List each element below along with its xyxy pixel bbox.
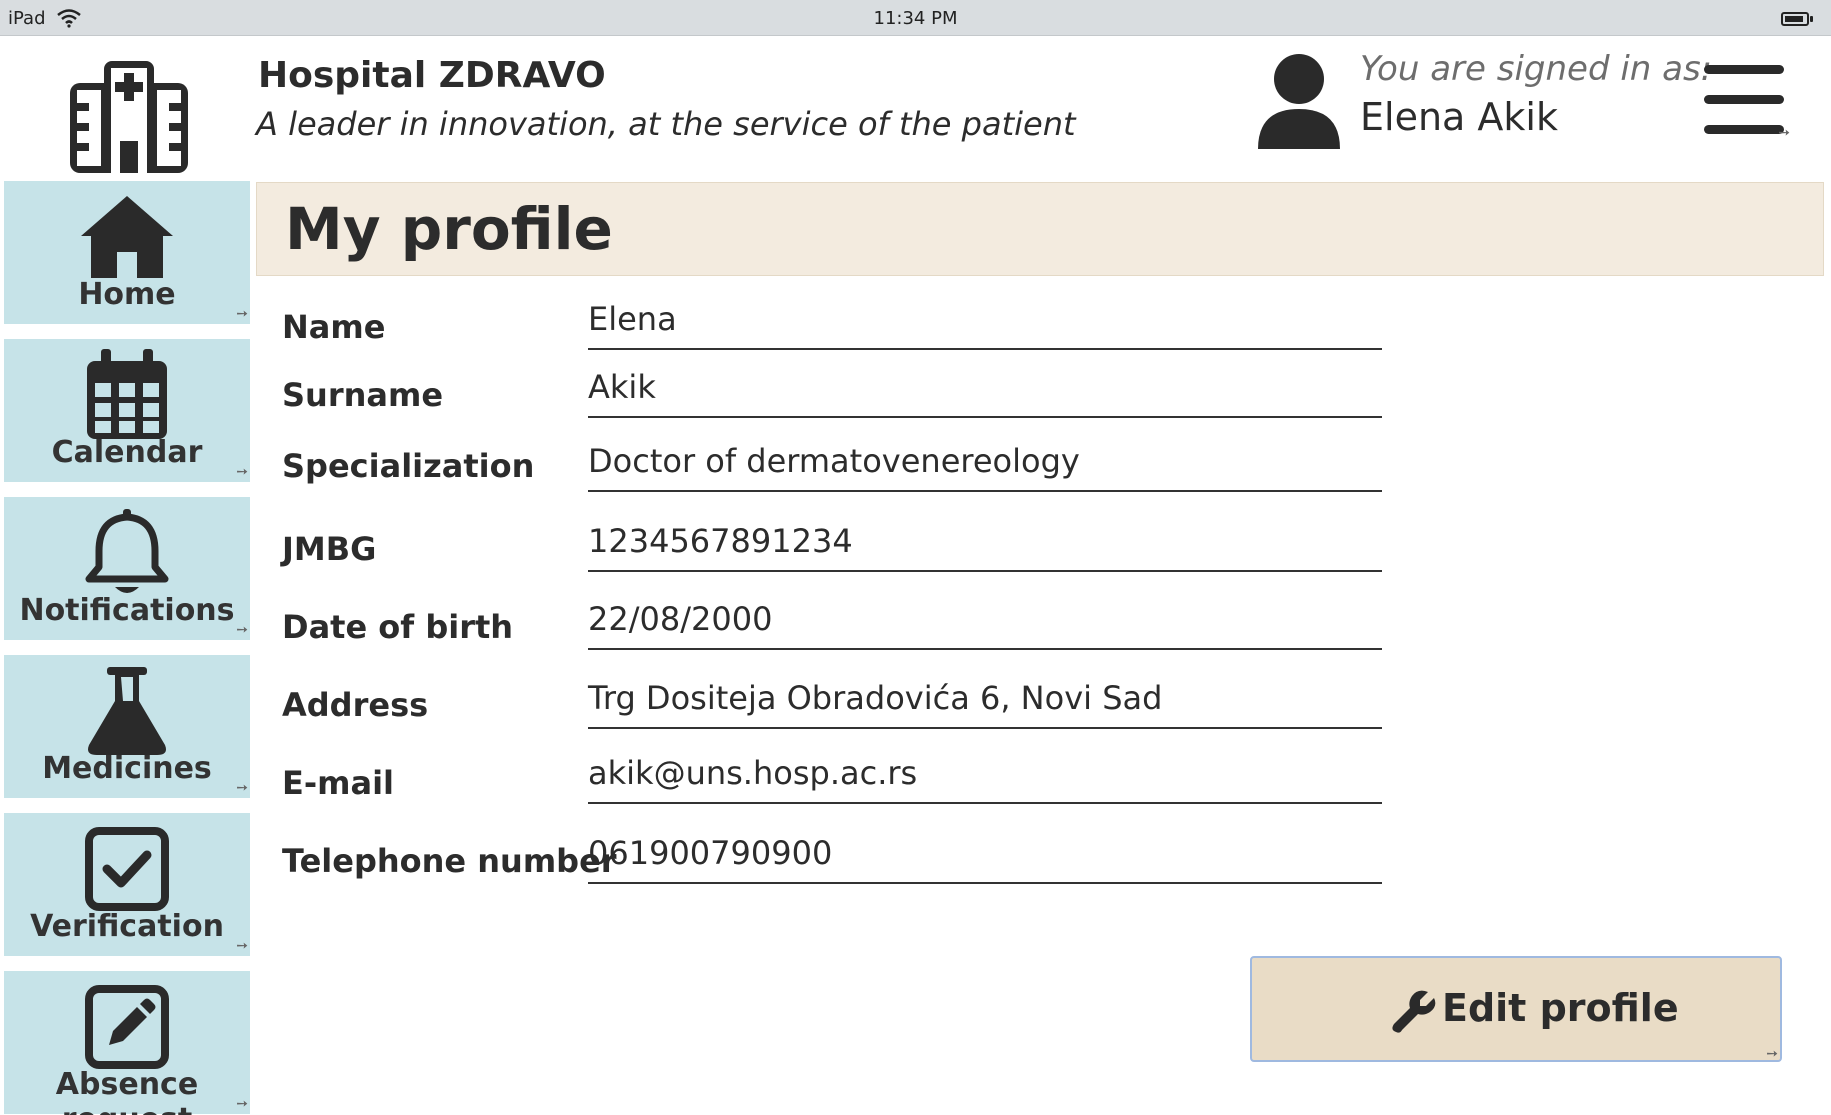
flask-icon — [4, 665, 250, 757]
status-time: 11:34 PM — [873, 8, 958, 29]
field-label-jmbg: JMBG — [282, 530, 377, 568]
arrow-icon: ➙ — [1778, 125, 1790, 141]
arrow-icon: ➙ — [1766, 1046, 1778, 1062]
field-label-date-of-birth: Date of birth — [282, 608, 514, 646]
menu-line — [1704, 125, 1784, 134]
sidebar-item-calendar[interactable]: Calendar ➙ — [4, 339, 250, 482]
arrow-icon: ➙ — [236, 938, 248, 954]
date-of-birth-field[interactable]: 22/08/2000 — [588, 600, 1382, 650]
field-label-telephone: Telephone number — [282, 842, 617, 880]
signed-in-user-name: Elena Akik — [1360, 95, 1558, 139]
field-label-name: Name — [282, 308, 386, 346]
menu-line — [1704, 95, 1784, 104]
page-title-bar: My profile — [256, 182, 1824, 276]
hospital-icon — [70, 61, 188, 173]
sidebar-item-label: Notifications — [19, 593, 235, 628]
field-label-specialization: Specialization — [282, 447, 535, 485]
edit-profile-label: Edit profile — [1442, 986, 1679, 1030]
edit-icon — [4, 981, 250, 1073]
sidebar-item-label: Medicines — [42, 751, 212, 786]
signed-in-label: You are signed in as: — [1360, 49, 1713, 89]
bell-icon — [4, 507, 250, 599]
jmbg-field[interactable]: 1234567891234 — [588, 522, 1382, 572]
sidebar-item-verification[interactable]: Verification ➙ — [4, 813, 250, 956]
hospital-tagline: A leader in innovation, at the service o… — [256, 105, 1076, 143]
sidebar-item-label: Home — [78, 277, 176, 312]
name-field[interactable]: Elena — [588, 300, 1382, 350]
sidebar: Home ➙ Calendar ➙ Notifications ➙ Medici… — [4, 181, 250, 1115]
telephone-field[interactable]: 061900790900 — [588, 834, 1382, 884]
status-bar: iPad 11:34 PM — [0, 0, 1831, 36]
sidebar-item-home[interactable]: Home ➙ — [4, 181, 250, 324]
arrow-icon: ➙ — [236, 464, 248, 480]
battery-tip — [1810, 16, 1813, 22]
sidebar-item-notifications[interactable]: Notifications ➙ — [4, 497, 250, 640]
app-header: Hospital ZDRAVO A leader in innovation, … — [6, 37, 1825, 181]
sidebar-item-label: Verification — [30, 909, 224, 944]
arrow-icon: ➙ — [236, 622, 248, 638]
email-field[interactable]: akik@uns.hosp.ac.rs — [588, 754, 1382, 804]
sidebar-item-label: Absence request — [55, 1067, 199, 1115]
sidebar-item-absence-request[interactable]: Absence request ➙ — [4, 971, 250, 1115]
page-title: My profile — [285, 195, 613, 263]
surname-field[interactable]: Akik — [588, 368, 1382, 418]
field-label-address: Address — [282, 686, 429, 724]
home-icon — [4, 191, 250, 283]
hospital-name: Hospital ZDRAVO — [258, 55, 606, 96]
edit-profile-button[interactable]: Edit profile ➙ — [1250, 956, 1782, 1062]
sidebar-item-label: Calendar — [51, 435, 203, 470]
specialization-field[interactable]: Doctor of dermatovenereology — [588, 442, 1382, 492]
arrow-icon: ➙ — [236, 780, 248, 796]
wrench-icon — [1392, 990, 1436, 1033]
sidebar-item-medicines[interactable]: Medicines ➙ — [4, 655, 250, 798]
field-label-email: E-mail — [282, 764, 395, 802]
arrow-icon: ➙ — [236, 306, 248, 322]
field-label-surname: Surname — [282, 376, 444, 414]
menu-line — [1704, 65, 1784, 74]
checkbox-icon — [4, 823, 250, 915]
hamburger-menu-icon[interactable]: ➙ — [1696, 59, 1792, 149]
calendar-icon — [4, 349, 250, 441]
address-field[interactable]: Trg Dositeja Obradovića 6, Novi Sad — [588, 679, 1382, 729]
user-avatar-icon — [1258, 54, 1340, 149]
arrow-icon: ➙ — [236, 1096, 248, 1112]
battery-icon — [1781, 12, 1809, 26]
